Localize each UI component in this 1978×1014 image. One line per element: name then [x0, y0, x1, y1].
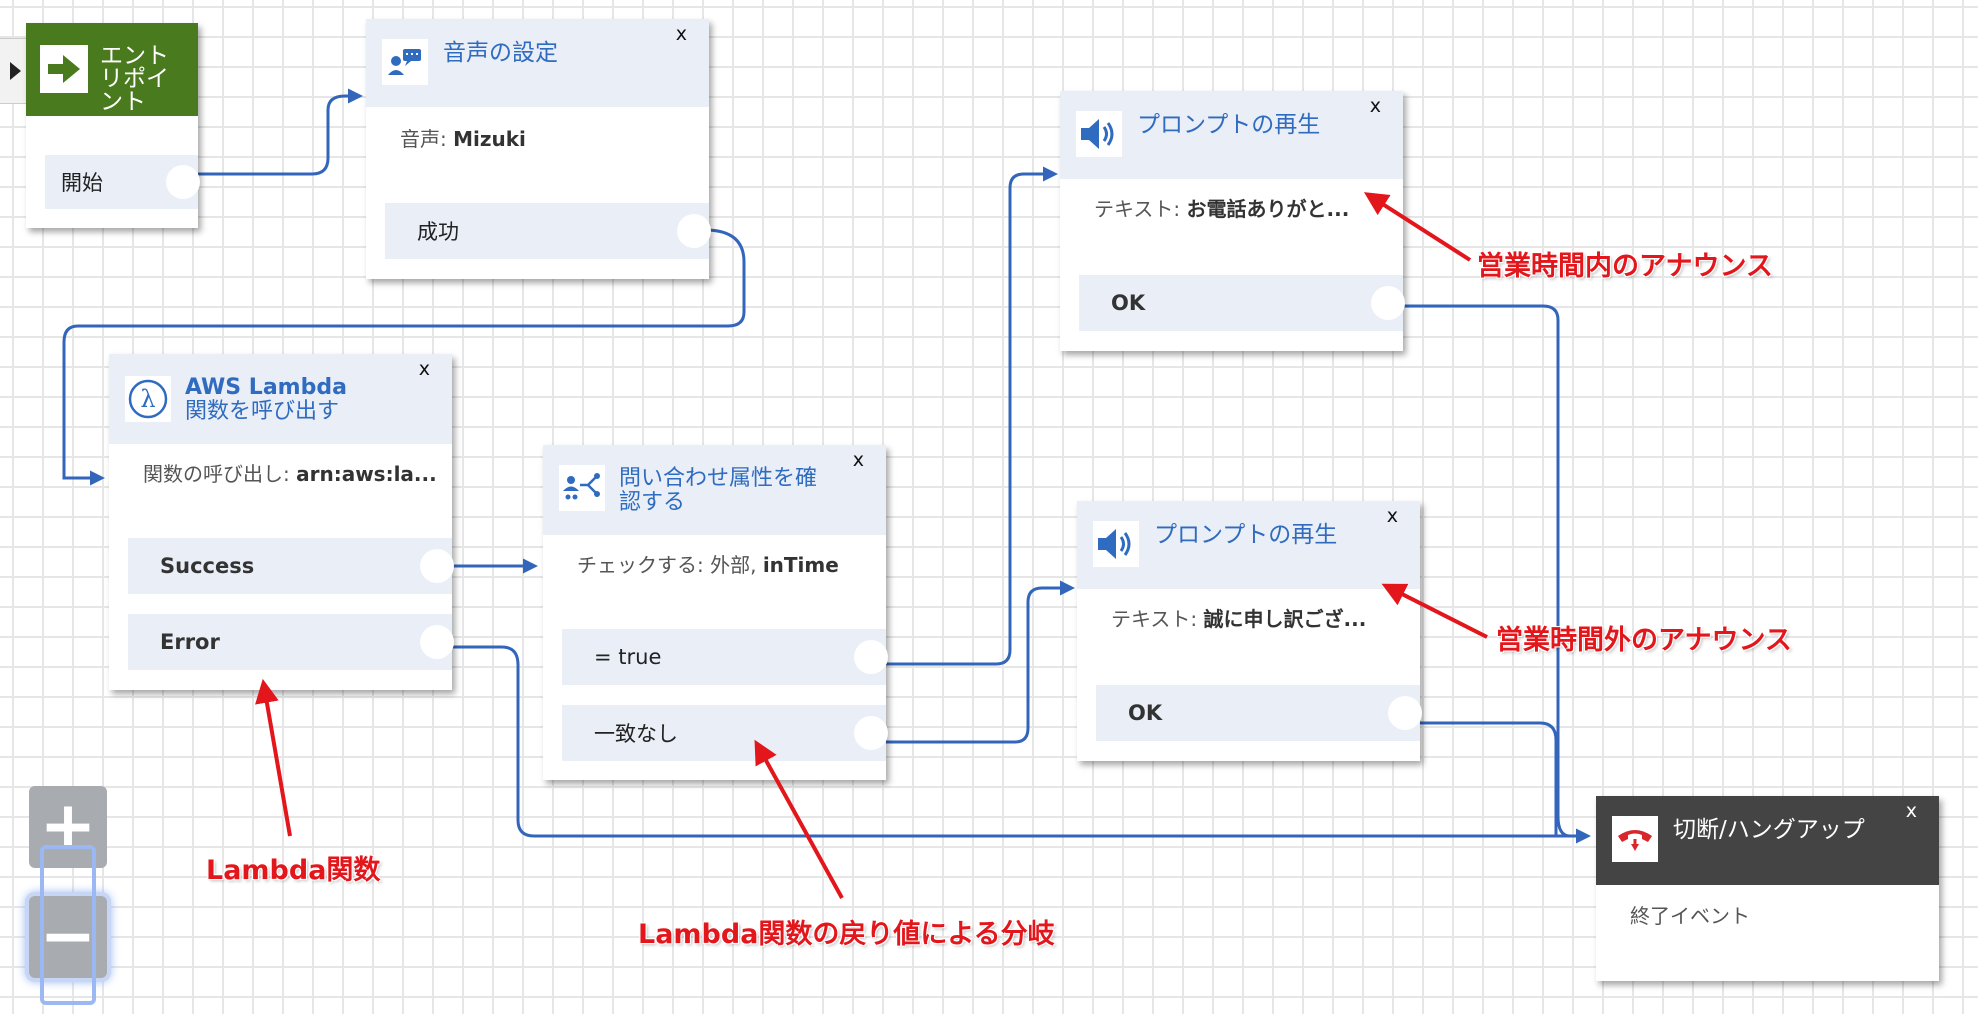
- annotation-lambda-branch: Lambda関数の戻り値による分岐: [638, 919, 1055, 950]
- arrow-out-hours: [1381, 583, 1488, 639]
- arrow-lambda-branch: [754, 739, 844, 899]
- annotation-lambda-fn: Lambda関数: [206, 855, 381, 886]
- arrow-in-hours: [1363, 192, 1472, 262]
- annotation-in-hours: 営業時間内のアナウンス: [1477, 251, 1773, 282]
- arrow-lambda-fn: [255, 678, 292, 837]
- annotation-out-hours: 営業時間外のアナウンス: [1496, 625, 1792, 656]
